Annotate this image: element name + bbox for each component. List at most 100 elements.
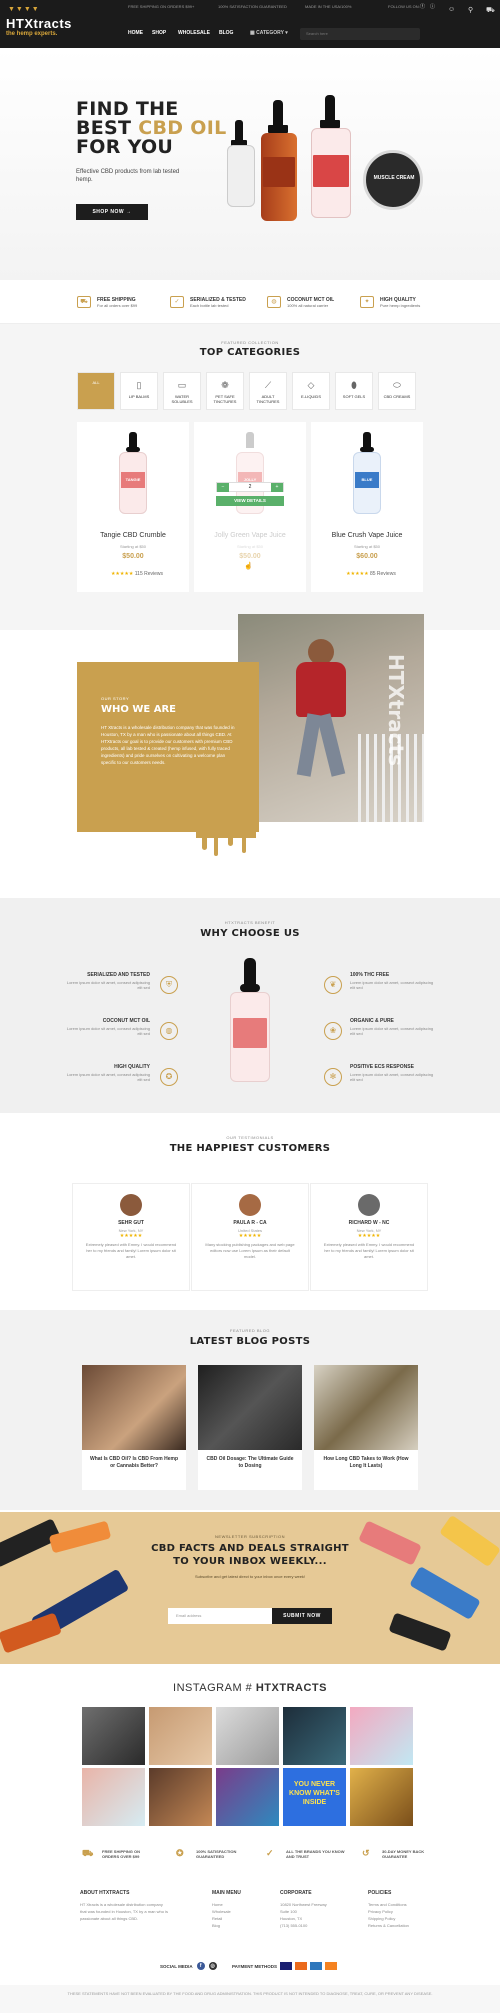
blog-post-title[interactable]: CBD Oil Dosage: The Ultimate Guide to Do… <box>198 1450 302 1476</box>
blog-image[interactable] <box>198 1365 302 1450</box>
quantity-value[interactable]: 2 <box>249 484 252 490</box>
newsletter-subtitle: Subscribe and get latest direct to your … <box>194 1574 306 1579</box>
instagram-icon[interactable]: ◎ <box>208 1962 217 1970</box>
bottom-feature-text: ALL THE BRANDS YOU KNOW AND TRUST <box>286 1849 345 1859</box>
instagram-tile[interactable] <box>82 1707 145 1765</box>
instagram-tile[interactable] <box>350 1768 413 1826</box>
why-item-desc: Lorem ipsum dolor sit amet, consect adip… <box>350 1072 434 1082</box>
category-lip-balms[interactable]: ▯ LIP BALMS <box>120 372 158 410</box>
nav-blog[interactable]: BLOG <box>219 30 233 36</box>
product-name[interactable]: Tangie CBD Crumble <box>77 532 189 539</box>
footer-address-line: 10820 Northwest Freeway <box>280 1902 327 1907</box>
footer-link[interactable]: Returns & Cancellation <box>368 1922 448 1929</box>
jar-label: MUSCLE CREAM <box>373 175 415 181</box>
why-item-title: COCONUT MCT OIL <box>102 1018 150 1024</box>
product-card[interactable]: TANGIE Tangie CBD Crumble Starting at $5… <box>77 422 189 592</box>
footer-phone: (713) 555-0100 <box>280 1923 308 1928</box>
search-input[interactable]: Search here <box>300 28 420 40</box>
footer-link[interactable]: Shipping Policy <box>368 1915 448 1922</box>
testimonial-text: Extremely pleased with Emmy. I would rec… <box>323 1242 415 1259</box>
instagram-tile[interactable] <box>350 1707 413 1765</box>
footer-link[interactable]: Home <box>212 1901 272 1908</box>
category-pet-tinctures[interactable]: ❁ PET SAFE TINCTURES <box>206 372 244 410</box>
product-rating: ★★★★★ 85 Reviews <box>331 571 411 577</box>
product-sub: Starting at $50 <box>119 544 147 549</box>
blog-image[interactable] <box>314 1365 418 1450</box>
coconut-icon: ◍ <box>267 296 281 308</box>
instagram-tile[interactable] <box>149 1768 212 1826</box>
footer-link[interactable]: Wholesale <box>212 1908 272 1915</box>
product-name[interactable]: Jolly Green Vape Juice <box>194 532 306 539</box>
blog-image[interactable] <box>82 1365 186 1450</box>
about-eyebrow: OUR STORY <box>101 696 130 701</box>
footer-link[interactable]: Privacy Policy <box>368 1908 448 1915</box>
facebook-icon[interactable]: ⓕ <box>420 3 425 10</box>
newsletter-title-2: TO YOUR INBOX WEEKLY... <box>173 1556 327 1567</box>
instagram-tile[interactable] <box>216 1707 279 1765</box>
category-water-solubles[interactable]: ▭ WATER SOLUBLES <box>163 372 201 410</box>
category-soft-gels[interactable]: ⬮ SOFT GELS <box>335 372 373 410</box>
bottle-icon: ▭ <box>177 380 187 390</box>
category-dropdown[interactable]: ▦ CATEGORY ▾ <box>250 30 288 36</box>
blog-post-title[interactable]: How Long CBD Takes to Work (How Long It … <box>314 1450 418 1476</box>
email-input[interactable]: Email address <box>168 1608 272 1624</box>
instagram-tile[interactable] <box>216 1768 279 1826</box>
facebook-icon[interactable]: f <box>196 1962 205 1970</box>
view-details-button[interactable]: VIEW DETAILS <box>216 496 284 506</box>
category-cbd-creams[interactable]: ⬭ CBD CREAMS <box>378 372 416 410</box>
about-photo: HTXtracts <box>238 614 424 822</box>
amex-icon <box>310 1962 323 1970</box>
blog-post-title[interactable]: What Is CBD Oil? Is CBD From Hemp or Can… <box>82 1450 186 1476</box>
product-card[interactable]: BLUE Blue Crush Vape Juice Starting at $… <box>311 422 423 592</box>
instagram-tile[interactable]: YOU NEVER KNOW WHAT'S INSIDE <box>283 1768 346 1826</box>
nav-home[interactable]: HOME <box>128 30 143 36</box>
quantity-stepper[interactable]: − 2 + <box>216 482 284 492</box>
stars-icon: ★★★★★ <box>346 571 369 577</box>
nav-shop[interactable]: SHOP <box>152 30 166 36</box>
search-icon[interactable]: ⚲ <box>468 6 473 14</box>
footer-link[interactable]: Retail <box>212 1915 272 1922</box>
category-adult-tinctures[interactable]: ⟋ ADULT TINCTURES <box>249 372 287 410</box>
instagram-title: INSTAGRAM # HTXTRACTS <box>0 1682 500 1694</box>
product-price: $50.00 <box>122 553 144 560</box>
cart-icon[interactable]: ⛟ <box>486 6 495 15</box>
category-e-liquids[interactable]: ◇ E-LIQUIDS <box>292 372 330 410</box>
instagram-tile[interactable] <box>149 1707 212 1765</box>
blog-card[interactable]: CBD Oil Dosage: The Ultimate Guide to Do… <box>198 1365 302 1490</box>
footer-heading: CORPORATE <box>280 1890 312 1896</box>
bottom-feature: ↺ 30-DAY MONEY BACK GUARANTEE <box>362 1848 437 1860</box>
hero-title: FIND THE BEST CBD OIL FOR YOU <box>76 100 226 157</box>
categories-title: TOP CATEGORIES <box>199 347 301 358</box>
avatar <box>120 1194 142 1216</box>
why-item-desc: Lorem ipsum dolor sit amet, consect adip… <box>66 1026 150 1036</box>
nav-wholesale[interactable]: WHOLESALE <box>178 30 210 36</box>
logo[interactable]: ▼▼▼▼ HTXtracts the hemp experts. <box>6 6 86 42</box>
user-icon[interactable]: ☺ <box>448 6 455 13</box>
social-media-row: SOCIAL MEDIA f ◎ <box>160 1962 217 1970</box>
about-title: WHO WE ARE <box>101 704 176 715</box>
shop-now-button[interactable]: SHOP NOW → <box>76 204 148 220</box>
plus-button[interactable]: + <box>271 482 283 492</box>
testimonial-name: SEHR GUT <box>118 1220 144 1226</box>
blog-card[interactable]: What Is CBD Oil? Is CBD From Hemp or Can… <box>82 1365 186 1490</box>
why-bottle-image <box>222 958 278 1088</box>
product-name[interactable]: Blue Crush Vape Juice <box>311 532 423 539</box>
minus-button[interactable]: − <box>217 482 229 492</box>
instagram-tile[interactable] <box>283 1707 346 1765</box>
instagram-icon[interactable]: ⓘ <box>430 3 435 10</box>
product-sub: Starting at $50 <box>236 544 264 549</box>
footer-link[interactable]: Blog <box>212 1922 272 1929</box>
features-bar <box>0 280 500 324</box>
visa-icon <box>280 1962 293 1970</box>
footer-heading: MAIN MENU <box>212 1890 241 1896</box>
category-label: ALL <box>92 380 100 385</box>
testimonial-name: RICHARD W - NC <box>348 1220 390 1226</box>
blog-card[interactable]: How Long CBD Takes to Work (How Long It … <box>314 1365 418 1490</box>
payment-methods-row: PAYMENT METHODS <box>232 1962 338 1970</box>
footer-link[interactable]: Terms and Conditions <box>368 1901 448 1908</box>
submit-button[interactable]: SUBMIT NOW <box>272 1608 332 1624</box>
product-card[interactable]: JOLLY − 2 + VIEW DETAILS Jolly Green Vap… <box>194 422 306 592</box>
instagram-tile[interactable] <box>82 1768 145 1826</box>
category-all[interactable]: ALL <box>77 372 115 410</box>
hero-product-image: MUSCLE CREAM <box>225 95 430 275</box>
